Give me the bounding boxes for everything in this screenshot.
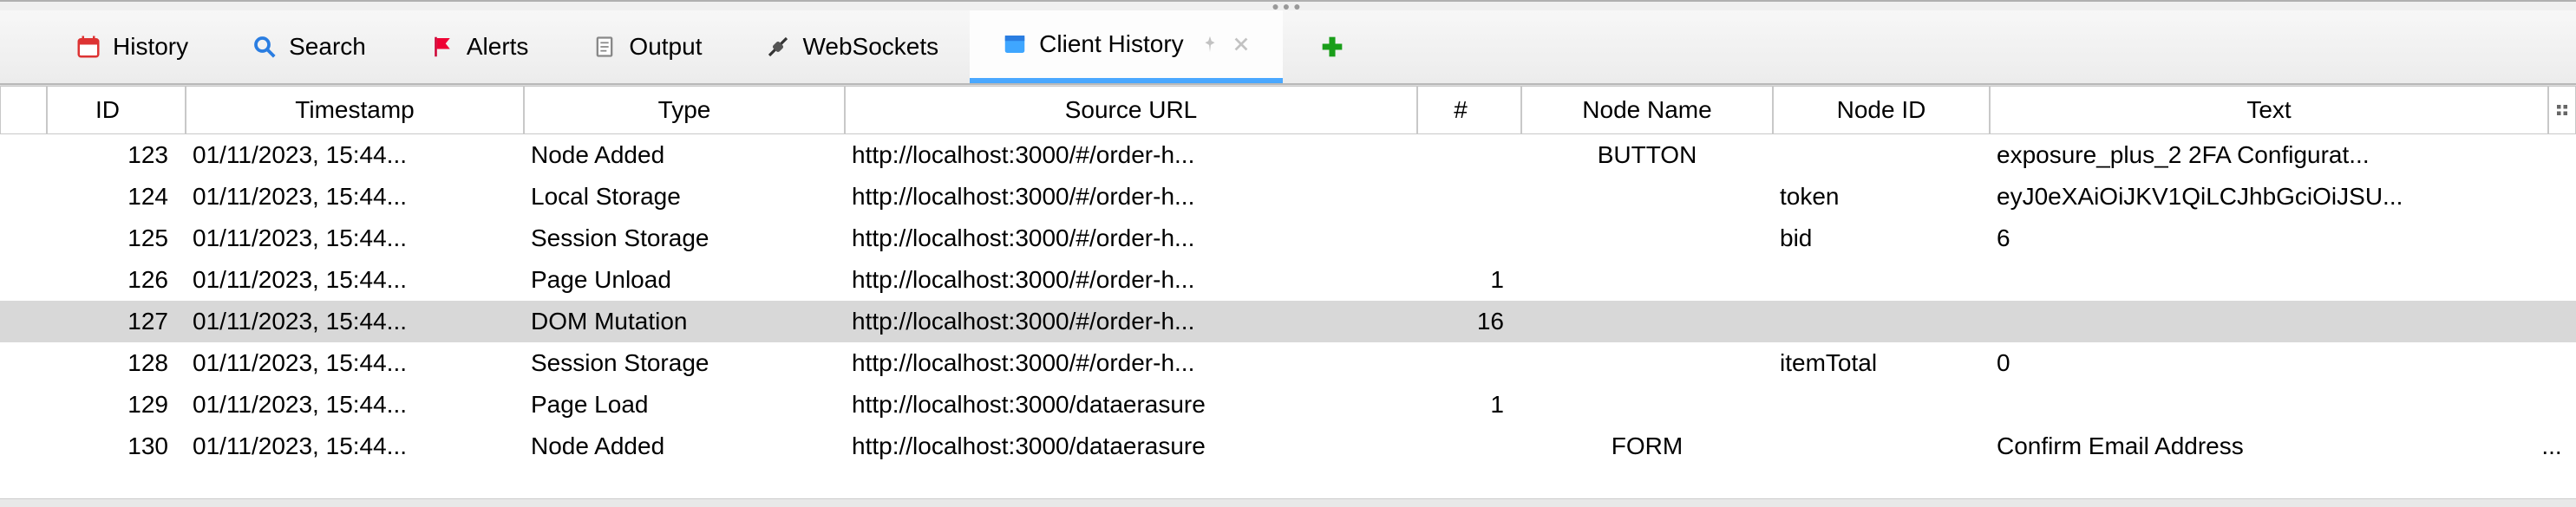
cell-text: 0 — [1990, 349, 2527, 377]
cell-text: eyJ0eXAiOiJKV1QiLCJhbGciOiJSU... — [1990, 183, 2527, 211]
plug-icon — [764, 33, 792, 61]
tab-history[interactable]: History — [43, 10, 219, 83]
window-icon — [1001, 30, 1029, 58]
cell-type: Node Added — [524, 141, 845, 169]
cell-count: 16 — [1417, 308, 1521, 335]
cell-type: Session Storage — [524, 224, 845, 252]
cell-timestamp: 01/11/2023, 15:44... — [186, 349, 524, 377]
table-row[interactable]: 13001/11/2023, 15:44...Node Addedhttp://… — [0, 426, 2576, 467]
cell-id: 127 — [47, 308, 186, 335]
cell-type: DOM Mutation — [524, 308, 845, 335]
col-node-id[interactable]: Node ID — [1773, 86, 1990, 134]
tab-label: Search — [289, 33, 366, 61]
cell-node-id: token — [1773, 183, 1990, 211]
document-icon — [591, 33, 618, 61]
cell-url: http://localhost:3000/#/order-h... — [845, 266, 1417, 294]
col-timestamp[interactable]: Timestamp — [186, 86, 524, 134]
cell-url: http://localhost:3000/#/order-h... — [845, 183, 1417, 211]
col-count[interactable]: # — [1417, 86, 1521, 134]
cell-type: Session Storage — [524, 349, 845, 377]
bottom-resize-bar[interactable] — [0, 498, 2576, 507]
plus-icon — [1317, 32, 1347, 62]
panel-grip[interactable]: ●●● — [0, 0, 2576, 10]
cell-id: 124 — [47, 183, 186, 211]
close-icon[interactable] — [1231, 34, 1252, 55]
cell-count: 1 — [1417, 391, 1521, 419]
tab-label: Client History — [1039, 30, 1183, 58]
cell-text: 6 — [1990, 224, 2527, 252]
tab-websockets[interactable]: WebSockets — [733, 10, 970, 83]
table-row[interactable]: 12301/11/2023, 15:44...Node Addedhttp://… — [0, 134, 2576, 176]
table-body[interactable]: 12301/11/2023, 15:44...Node Addedhttp://… — [0, 134, 2576, 498]
cell-timestamp: 01/11/2023, 15:44... — [186, 141, 524, 169]
column-config-button[interactable] — [2548, 86, 2576, 134]
table-row[interactable]: 12601/11/2023, 15:44...Page Unloadhttp:/… — [0, 259, 2576, 301]
cell-type: Node Added — [524, 432, 845, 460]
cell-timestamp: 01/11/2023, 15:44... — [186, 183, 524, 211]
calendar-icon — [75, 33, 102, 61]
cell-url: http://localhost:3000/#/order-h... — [845, 308, 1417, 335]
cell-url: http://localhost:3000/dataerasure — [845, 432, 1417, 460]
tab-label: History — [113, 33, 188, 61]
col-source-url[interactable]: Source URL — [845, 86, 1417, 134]
tab-label: Alerts — [467, 33, 529, 61]
cell-url: http://localhost:3000/#/order-h... — [845, 349, 1417, 377]
pin-icon[interactable] — [1200, 34, 1220, 55]
cell-type: Page Load — [524, 391, 845, 419]
cell-timestamp: 01/11/2023, 15:44... — [186, 391, 524, 419]
tab-search[interactable]: Search — [219, 10, 397, 83]
cell-timestamp: 01/11/2023, 15:44... — [186, 224, 524, 252]
cell-node-id: bid — [1773, 224, 1990, 252]
cell-node-name: BUTTON — [1521, 141, 1773, 169]
cell-timestamp: 01/11/2023, 15:44... — [186, 308, 524, 335]
table-row[interactable]: 12801/11/2023, 15:44...Session Storageht… — [0, 342, 2576, 384]
cell-id: 123 — [47, 141, 186, 169]
cell-overflow: ... — [2527, 432, 2576, 460]
flag-icon — [428, 33, 456, 61]
cell-count: 1 — [1417, 266, 1521, 294]
tab-client-history[interactable]: Client History — [970, 10, 1282, 83]
cell-timestamp: 01/11/2023, 15:44... — [186, 266, 524, 294]
cell-id: 128 — [47, 349, 186, 377]
tab-bar: History Search Alerts Output WebSockets — [0, 10, 2576, 85]
cell-type: Page Unload — [524, 266, 845, 294]
table-row[interactable]: 12501/11/2023, 15:44...Session Storageht… — [0, 218, 2576, 259]
cell-id: 130 — [47, 432, 186, 460]
col-type[interactable]: Type — [524, 86, 845, 134]
cell-id: 129 — [47, 391, 186, 419]
cell-text: Confirm Email Address — [1990, 432, 2527, 460]
tab-label: WebSockets — [802, 33, 938, 61]
cell-type: Local Storage — [524, 183, 845, 211]
tab-output[interactable]: Output — [559, 10, 733, 83]
tab-alerts[interactable]: Alerts — [397, 10, 560, 83]
cell-id: 125 — [47, 224, 186, 252]
panel-root: ●●● History Search Alerts Output — [0, 0, 2576, 507]
tab-label: Output — [629, 33, 702, 61]
cell-url: http://localhost:3000/dataerasure — [845, 391, 1417, 419]
col-text[interactable]: Text — [1990, 86, 2548, 134]
cell-node-id: itemTotal — [1773, 349, 1990, 377]
table-header: ID Timestamp Type Source URL # Node Name… — [0, 86, 2576, 134]
table-row[interactable]: 12901/11/2023, 15:44...Page Loadhttp://l… — [0, 384, 2576, 426]
cell-timestamp: 01/11/2023, 15:44... — [186, 432, 524, 460]
search-icon — [251, 33, 278, 61]
table-row[interactable]: 12701/11/2023, 15:44...DOM Mutationhttp:… — [0, 301, 2576, 342]
cell-text: exposure_plus_2 2FA Configurat... — [1990, 141, 2527, 169]
add-tab-button[interactable] — [1283, 10, 1382, 83]
cell-url: http://localhost:3000/#/order-h... — [845, 224, 1417, 252]
table-row[interactable]: 12401/11/2023, 15:44...Local Storagehttp… — [0, 176, 2576, 218]
cell-url: http://localhost:3000/#/order-h... — [845, 141, 1417, 169]
col-node-name[interactable]: Node Name — [1521, 86, 1773, 134]
cell-id: 126 — [47, 266, 186, 294]
client-history-table: ID Timestamp Type Source URL # Node Name… — [0, 85, 2576, 498]
corner-spacer — [0, 86, 47, 134]
col-id[interactable]: ID — [47, 86, 186, 134]
cell-node-name: FORM — [1521, 432, 1773, 460]
